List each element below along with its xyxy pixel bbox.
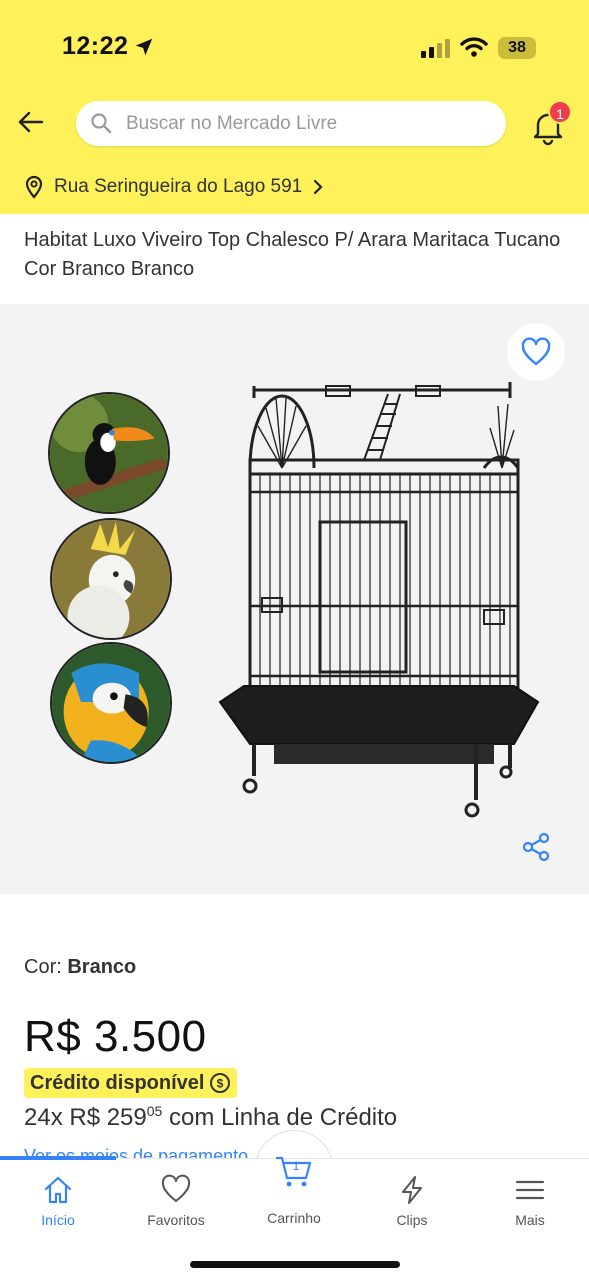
color-value: Branco [67,956,137,978]
nav-label-inicio: Início [41,1212,75,1228]
installments-suffix: com Linha de Crédito [162,1104,398,1131]
status-bar: 12:22 38 [0,0,589,90]
menu-icon [515,1180,545,1200]
signal-icon [421,38,451,58]
nav-item-carrinho[interactable]: 1 Carrinho [244,1150,344,1226]
installments-text: 24x R$ 25905 com Linha de Crédito [24,1104,397,1132]
arrow-left-icon [18,111,44,133]
home-icon [44,1176,72,1204]
svg-text:$: $ [217,1077,224,1091]
cart-icon: 1 [275,1156,312,1187]
credit-badge-text: Crédito disponível [30,1071,205,1094]
chevron-right-icon [314,179,323,195]
address-bar[interactable]: Rua Seringueira do Lago 591 [24,173,324,201]
active-tab-indicator [0,1156,116,1160]
cart-count: 1 [293,1159,300,1173]
notification-badge: 1 [548,100,572,124]
heart-icon [161,1174,191,1202]
nav-label-clips: Clips [396,1212,428,1228]
status-time: 12:22 [62,32,129,60]
header: 12:22 38 1 [0,0,589,214]
address-text: Rua Seringueira do Lago 591 [54,176,303,197]
back-button[interactable] [12,104,48,140]
heart-outline-icon [521,337,551,366]
home-indicator [190,1261,400,1268]
nav-item-mais[interactable]: Mais [480,1174,580,1228]
toucan-image [48,392,170,514]
installments-cents: 05 [146,1103,163,1119]
location-arrow-icon [135,38,153,56]
wifi-icon [460,37,488,57]
product-title: Habitat Luxo Viveiro Top Chalesco P/ Ara… [24,229,561,280]
money-coin-icon: $ [210,1073,231,1093]
nav-label-carrinho: Carrinho [267,1210,321,1226]
macaw-image [50,642,172,764]
favorite-button[interactable] [507,323,565,381]
nav-item-inicio[interactable]: Início [8,1174,108,1228]
search-bar[interactable] [76,101,506,146]
nav-item-favoritos[interactable]: Favoritos [126,1174,226,1228]
lightning-icon [402,1176,422,1204]
installments-prefix: 24x R$ 259 [24,1104,147,1131]
share-icon[interactable] [520,831,552,863]
location-pin-icon [25,175,43,199]
product-price: R$ 3.500 [24,1012,207,1061]
color-label: Cor: [24,956,62,978]
color-selector[interactable]: Cor: Branco [24,956,136,979]
nav-label-mais: Mais [515,1212,545,1228]
bird-cage-image [218,382,540,818]
battery-indicator: 38 [498,37,536,59]
nav-item-clips[interactable]: Clips [362,1174,462,1228]
nav-label-favoritos: Favoritos [147,1212,205,1228]
search-icon [91,113,112,134]
search-input[interactable] [126,101,496,146]
cockatoo-image [50,518,172,640]
credit-badge: Crédito disponível $ [24,1068,238,1098]
